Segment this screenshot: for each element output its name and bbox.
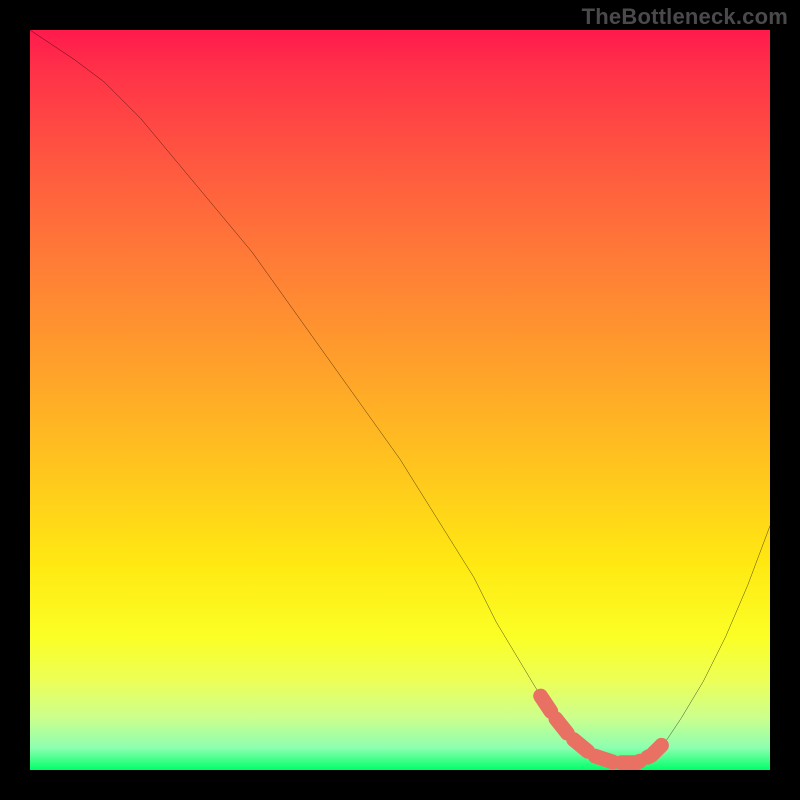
chart-frame: TheBottleneck.com xyxy=(0,0,800,800)
watermark-text: TheBottleneck.com xyxy=(582,4,788,30)
bottleneck-main-curve xyxy=(30,30,770,763)
optimum-band-highlight xyxy=(541,696,667,763)
plot-area xyxy=(30,30,770,770)
chart-svg xyxy=(30,30,770,770)
